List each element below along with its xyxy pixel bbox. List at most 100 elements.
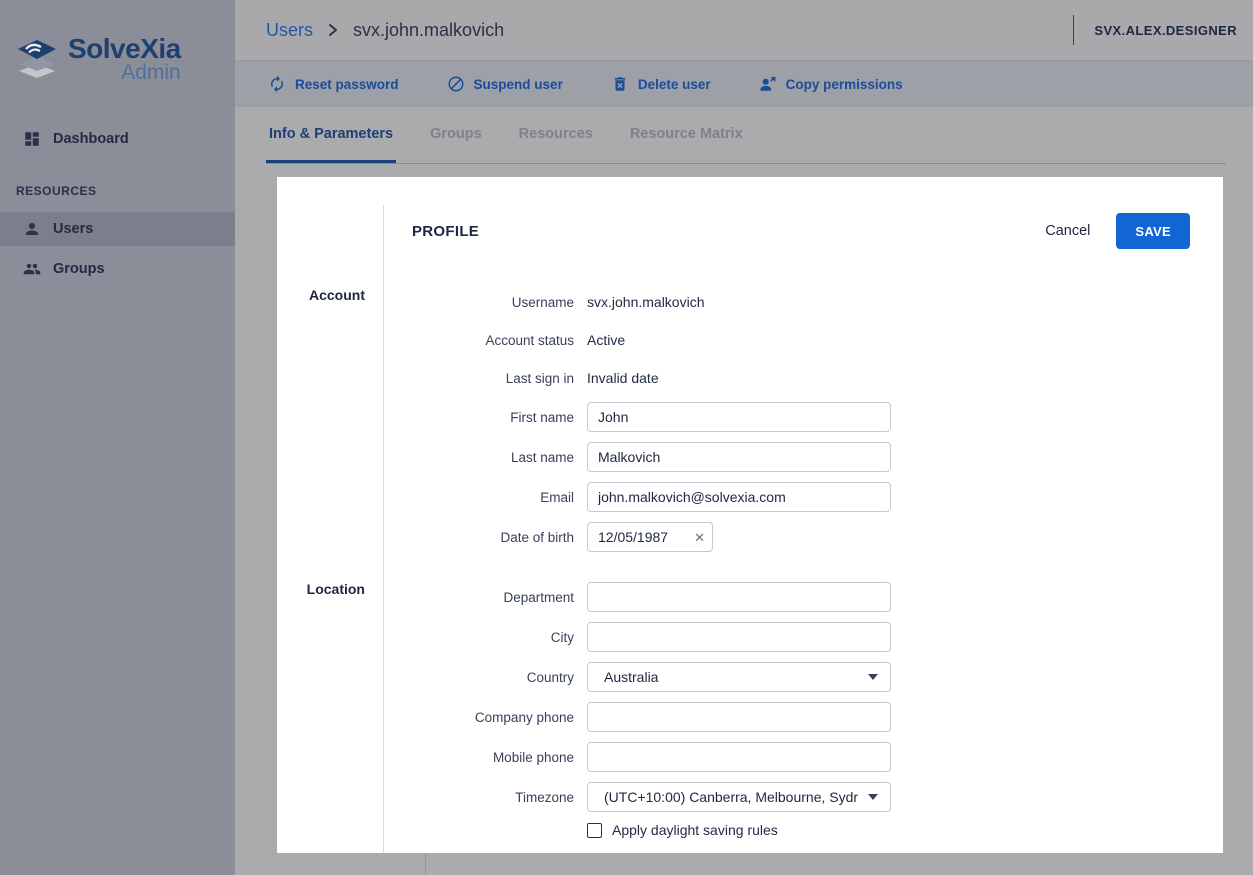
field-label: First name [510, 409, 574, 425]
daylight-saving-label: Apply daylight saving rules [612, 822, 778, 838]
delete-user-button[interactable]: Delete user [611, 75, 711, 93]
group-icon [23, 260, 41, 278]
country-row: Country Australia [384, 657, 1223, 697]
company-phone-row: Company phone [384, 697, 1223, 737]
company-phone-input[interactable] [587, 702, 891, 732]
field-label: Department [503, 589, 574, 605]
last-sign-in-row: Last sign in Invalid date [384, 359, 1223, 397]
section-label-location: Location [306, 581, 365, 597]
copy-permissions-button[interactable]: Copy permissions [759, 75, 903, 93]
tab-resource-matrix[interactable]: Resource Matrix [627, 107, 746, 163]
card-scroll-continuation [277, 853, 1223, 875]
clear-x-icon[interactable]: ✕ [694, 531, 705, 544]
date-of-birth-row: Date of birth ✕ [384, 517, 1223, 557]
tab-resources[interactable]: Resources [516, 107, 596, 163]
city-input[interactable] [587, 622, 891, 652]
profile-card: Account Location PROFILE Cancel SAVE Use… [277, 177, 1223, 853]
field-label: Account status [485, 332, 574, 348]
logo-title: SolveXia [68, 33, 181, 64]
sidebar-item-users[interactable]: Users [0, 212, 235, 246]
toolbar-action-label: Delete user [637, 76, 711, 92]
account-status-row: Account status Active [384, 321, 1223, 359]
sidebar: SolveXia Admin Dashboard RESOURCES Users [0, 0, 235, 875]
sidebar-item-label: Users [53, 221, 94, 237]
email-input[interactable] [587, 482, 891, 512]
timezone-select[interactable]: (UTC+10:00) Canberra, Melbourne, Sydr [587, 782, 891, 812]
field-label: Username [511, 294, 574, 310]
sidebar-section-resources: RESOURCES [16, 184, 97, 198]
timezone-row: Timezone (UTC+10:00) Canberra, Melbourne… [384, 777, 1223, 817]
status-value: Active [587, 332, 626, 348]
divider [425, 853, 426, 875]
detail-tabs: Info & Parameters Groups Resources Resou… [235, 107, 1253, 164]
cancel-button[interactable]: Cancel [1045, 223, 1090, 239]
sidebar-item-label: Groups [53, 261, 105, 277]
username-value: svx.john.malkovich [587, 294, 705, 310]
reset-password-button[interactable]: Reset password [268, 75, 399, 93]
account-menu[interactable]: SVX.ALEX.DESIGNER [1073, 15, 1237, 45]
breadcrumb-current: svx.john.malkovich [353, 19, 505, 40]
suspend-user-button[interactable]: Suspend user [447, 75, 563, 93]
field-label: Email [540, 489, 574, 505]
daylight-saving-row: Apply daylight saving rules [384, 817, 1223, 843]
department-input[interactable] [587, 582, 891, 612]
profile-form: PROFILE Cancel SAVE Username svx.john.ma… [383, 205, 1223, 853]
reset-password-icon [268, 75, 286, 93]
user-actions-toolbar: Reset password Suspend user Delete user [235, 60, 1253, 107]
section-label-column: Account Location [277, 177, 383, 853]
divider [1073, 15, 1075, 45]
tab-info-parameters[interactable]: Info & Parameters [266, 107, 397, 163]
department-row: Department [384, 577, 1223, 617]
last-name-row: Last name [384, 437, 1223, 477]
field-label: Last name [510, 449, 574, 465]
timezone-selected-value: (UTC+10:00) Canberra, Melbourne, Sydr [604, 789, 859, 805]
section-label-account: Account [309, 287, 365, 303]
mobile-phone-input[interactable] [587, 742, 891, 772]
breadcrumb: Users svx.john.malkovich [266, 20, 504, 41]
toolbar-action-label: Reset password [295, 76, 399, 92]
toolbar-action-label: Copy permissions [785, 76, 903, 92]
card-header: PROFILE Cancel SAVE [384, 205, 1223, 257]
last-sign-in-value: Invalid date [587, 370, 659, 386]
app-logo: SolveXia Admin [0, 0, 235, 84]
topbar: Users svx.john.malkovich SVX.ALEX.DESIGN… [235, 0, 1253, 60]
account-name: SVX.ALEX.DESIGNER [1094, 22, 1237, 38]
breadcrumb-users-link[interactable]: Users [266, 20, 313, 41]
sidebar-item-label: Dashboard [53, 131, 129, 147]
daylight-saving-checkbox[interactable] [587, 822, 602, 838]
content-area: Account Location PROFILE Cancel SAVE Use… [235, 164, 1253, 875]
city-row: City [384, 617, 1223, 657]
field-label: Date of birth [500, 529, 574, 545]
logo-subtitle: Admin [121, 61, 181, 84]
last-name-input[interactable] [587, 442, 891, 472]
copy-permissions-icon [759, 75, 777, 93]
chevron-right-icon [328, 23, 338, 37]
user-icon [23, 220, 41, 238]
dashboard-icon [23, 130, 41, 148]
field-label: Country [526, 669, 574, 685]
country-selected-value: Australia [604, 669, 659, 685]
save-button[interactable]: SAVE [1116, 213, 1190, 249]
toolbar-action-label: Suspend user [473, 76, 563, 92]
field-label: Last sign in [505, 370, 574, 386]
field-label: Timezone [515, 789, 574, 805]
page-title: PROFILE [412, 222, 480, 240]
username-row: Username svx.john.malkovich [384, 283, 1223, 321]
chevron-down-icon [868, 674, 878, 680]
email-row: Email [384, 477, 1223, 517]
chevron-down-icon [868, 794, 878, 800]
suspend-user-icon [447, 75, 465, 93]
field-label: City [550, 629, 574, 645]
first-name-input[interactable] [587, 402, 891, 432]
field-label: Mobile phone [492, 749, 574, 765]
layers-logo-icon [14, 34, 60, 80]
mobile-phone-row: Mobile phone [384, 737, 1223, 777]
sidebar-item-dashboard[interactable]: Dashboard [0, 122, 235, 156]
sidebar-item-groups[interactable]: Groups [0, 252, 235, 286]
delete-user-icon [611, 75, 629, 93]
first-name-row: First name [384, 397, 1223, 437]
tab-groups[interactable]: Groups [427, 107, 485, 163]
sidebar-nav: Dashboard RESOURCES Users Groups [0, 122, 235, 286]
field-label: Company phone [474, 709, 574, 725]
country-select[interactable]: Australia [587, 662, 891, 692]
